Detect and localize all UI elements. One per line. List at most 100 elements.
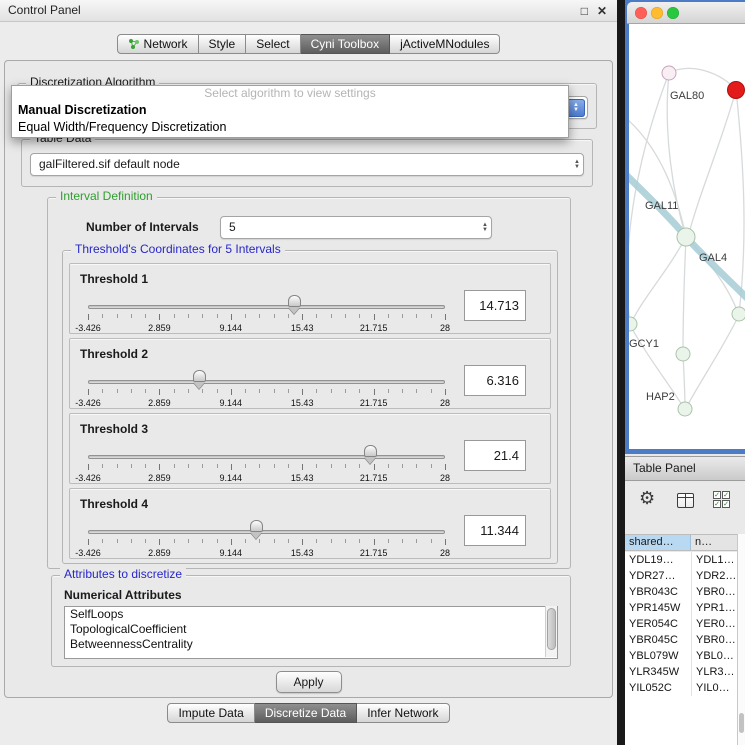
threshold-value-field[interactable]: 14.713: [464, 290, 526, 321]
threshold-label: Threshold 1: [80, 272, 148, 286]
dropdown-option[interactable]: Equal Width/Frequency Discretization: [12, 119, 568, 136]
tab-jactivemnodules[interactable]: jActiveMNodules: [390, 34, 500, 54]
node-label: GAL4: [699, 252, 727, 264]
table-cell[interactable]: YDL19…: [625, 552, 691, 568]
slider-thumb[interactable]: [193, 370, 206, 382]
column-header[interactable]: n…: [691, 535, 737, 550]
table-row[interactable]: YIL052CYIL0…: [625, 680, 737, 696]
table-cell[interactable]: YPR1…: [691, 600, 737, 616]
slider-thumb[interactable]: [364, 445, 377, 457]
table-cell[interactable]: YIL0…: [691, 680, 737, 696]
threshold-value-field[interactable]: 21.4: [464, 440, 526, 471]
slider-ticks: [88, 314, 445, 322]
close-button[interactable]: ✕: [597, 1, 607, 22]
scrollbar-thumb[interactable]: [547, 608, 556, 650]
list-scrollbar[interactable]: [545, 606, 557, 657]
table-cell[interactable]: YBR0…: [691, 632, 737, 648]
tab-style[interactable]: Style: [199, 34, 247, 54]
threshold-slider[interactable]: -3.4262.8599.14415.4321.71528: [88, 367, 445, 409]
scrollbar-thumb[interactable]: [739, 713, 744, 733]
tab-impute-data[interactable]: Impute Data: [167, 703, 254, 723]
apply-button[interactable]: Apply: [276, 671, 342, 693]
tab-network[interactable]: Network: [117, 34, 199, 54]
tab-discretize-data[interactable]: Discretize Data: [255, 703, 357, 723]
node-label: HAP2: [646, 391, 675, 403]
table-row[interactable]: YPR145WYPR1…: [625, 600, 737, 616]
network-node[interactable]: [732, 307, 745, 321]
window-title: Control Panel: [8, 3, 81, 17]
table-scrollbar[interactable]: [737, 534, 745, 745]
table-cell[interactable]: YLR345W: [625, 664, 691, 680]
settings-gear-icon[interactable]: ⚙: [639, 488, 655, 509]
table-row[interactable]: YDL19…YDL1…: [625, 552, 737, 568]
table-cell[interactable]: YLR3…: [691, 664, 737, 680]
table-row[interactable]: YDR27…YDR2…: [625, 568, 737, 584]
network-titlebar[interactable]: [627, 2, 745, 24]
numerical-attributes-list[interactable]: SelfLoopsTopologicalCoefficientBetweenne…: [64, 606, 558, 659]
network-node-selected[interactable]: [728, 82, 745, 99]
slider-track[interactable]: [88, 455, 445, 459]
slider-tick-labels: -3.4262.8599.14415.4321.71528: [88, 548, 445, 558]
traffic-light-close[interactable]: [635, 7, 647, 19]
group-title: Interval Definition: [56, 190, 157, 203]
number-of-intervals-combobox[interactable]: 5 ▲▼: [220, 216, 492, 239]
slider-thumb[interactable]: [288, 295, 301, 307]
table-row[interactable]: YER054CYER0…: [625, 616, 737, 632]
table-row[interactable]: YBL079WYBL0…: [625, 648, 737, 664]
network-node[interactable]: [678, 402, 692, 416]
column-header[interactable]: shared…: [625, 535, 691, 550]
traffic-light-minimize[interactable]: [651, 7, 663, 19]
table-cell[interactable]: YIL052C: [625, 680, 691, 696]
table-cell[interactable]: YDL1…: [691, 552, 737, 568]
combo-arrows-icon[interactable]: ▲▼: [567, 99, 585, 117]
attribute-item[interactable]: SelfLoops: [65, 607, 557, 622]
table-cell[interactable]: YDR27…: [625, 568, 691, 584]
attribute-item[interactable]: TopologicalCoefficient: [65, 622, 557, 637]
table-data-combobox[interactable]: galFiltered.sif default node ▲▼: [30, 153, 584, 176]
table-cell[interactable]: YER054C: [625, 616, 691, 632]
table-cell[interactable]: YBR0…: [691, 584, 737, 600]
table-row[interactable]: YLR345WYLR3…: [625, 664, 737, 680]
thresholds-group: Threshold's Coordinates for 5 Intervals …: [62, 250, 558, 564]
table-cell[interactable]: YER0…: [691, 616, 737, 632]
tab-cyni-toolbox[interactable]: Cyni Toolbox: [301, 34, 390, 54]
network-canvas[interactable]: GAL80 GAL11 GAL4 GCY1 HAP2: [629, 24, 745, 449]
network-node[interactable]: [677, 228, 695, 246]
float-button[interactable]: □: [581, 1, 588, 22]
table-cell[interactable]: YPR145W: [625, 600, 691, 616]
network-node[interactable]: [662, 66, 676, 80]
threshold-value-field[interactable]: 6.316: [464, 365, 526, 396]
network-node[interactable]: [676, 347, 690, 361]
network-node[interactable]: [629, 317, 637, 331]
table-cell[interactable]: YBL079W: [625, 648, 691, 664]
tab-select[interactable]: Select: [246, 34, 300, 54]
slider-track[interactable]: [88, 305, 445, 309]
slider-track[interactable]: [88, 380, 445, 384]
tab-infer-network[interactable]: Infer Network: [357, 703, 449, 723]
tab-label: Style: [209, 35, 236, 53]
tab-label: Cyni Toolbox: [311, 35, 379, 53]
traffic-light-zoom[interactable]: [667, 7, 679, 19]
threshold-slider[interactable]: -3.4262.8599.14415.4321.71528: [88, 292, 445, 334]
select-rows-icon[interactable]: ✓✓ ✓✓: [713, 491, 733, 510]
threshold-value-field[interactable]: 11.344: [464, 515, 526, 546]
table-row[interactable]: YBR045CYBR0…: [625, 632, 737, 648]
dropdown-option[interactable]: Manual Discretization: [12, 102, 568, 119]
slider-thumb[interactable]: [250, 520, 263, 532]
table-cell[interactable]: YBL0…: [691, 648, 737, 664]
attributes-group: Attributes to discretize Numerical Attri…: [51, 575, 571, 667]
combo-arrows-icon[interactable]: ▲▼: [574, 160, 580, 170]
group-title: Threshold's Coordinates for 5 Intervals: [71, 243, 285, 256]
attribute-item[interactable]: BetweennessCentrality: [65, 637, 557, 652]
table-cell[interactable]: YDR2…: [691, 568, 737, 584]
column-selector-icon[interactable]: [677, 493, 694, 508]
threshold-slider[interactable]: -3.4262.8599.14415.4321.71528: [88, 517, 445, 559]
combo-arrows-icon[interactable]: ▲▼: [482, 223, 488, 233]
tab-label: Select: [256, 35, 289, 53]
table-header: shared… n…: [625, 534, 737, 551]
slider-track[interactable]: [88, 530, 445, 534]
table-row[interactable]: YBR043CYBR0…: [625, 584, 737, 600]
table-cell[interactable]: YBR043C: [625, 584, 691, 600]
threshold-slider[interactable]: -3.4262.8599.14415.4321.71528: [88, 442, 445, 484]
table-cell[interactable]: YBR045C: [625, 632, 691, 648]
